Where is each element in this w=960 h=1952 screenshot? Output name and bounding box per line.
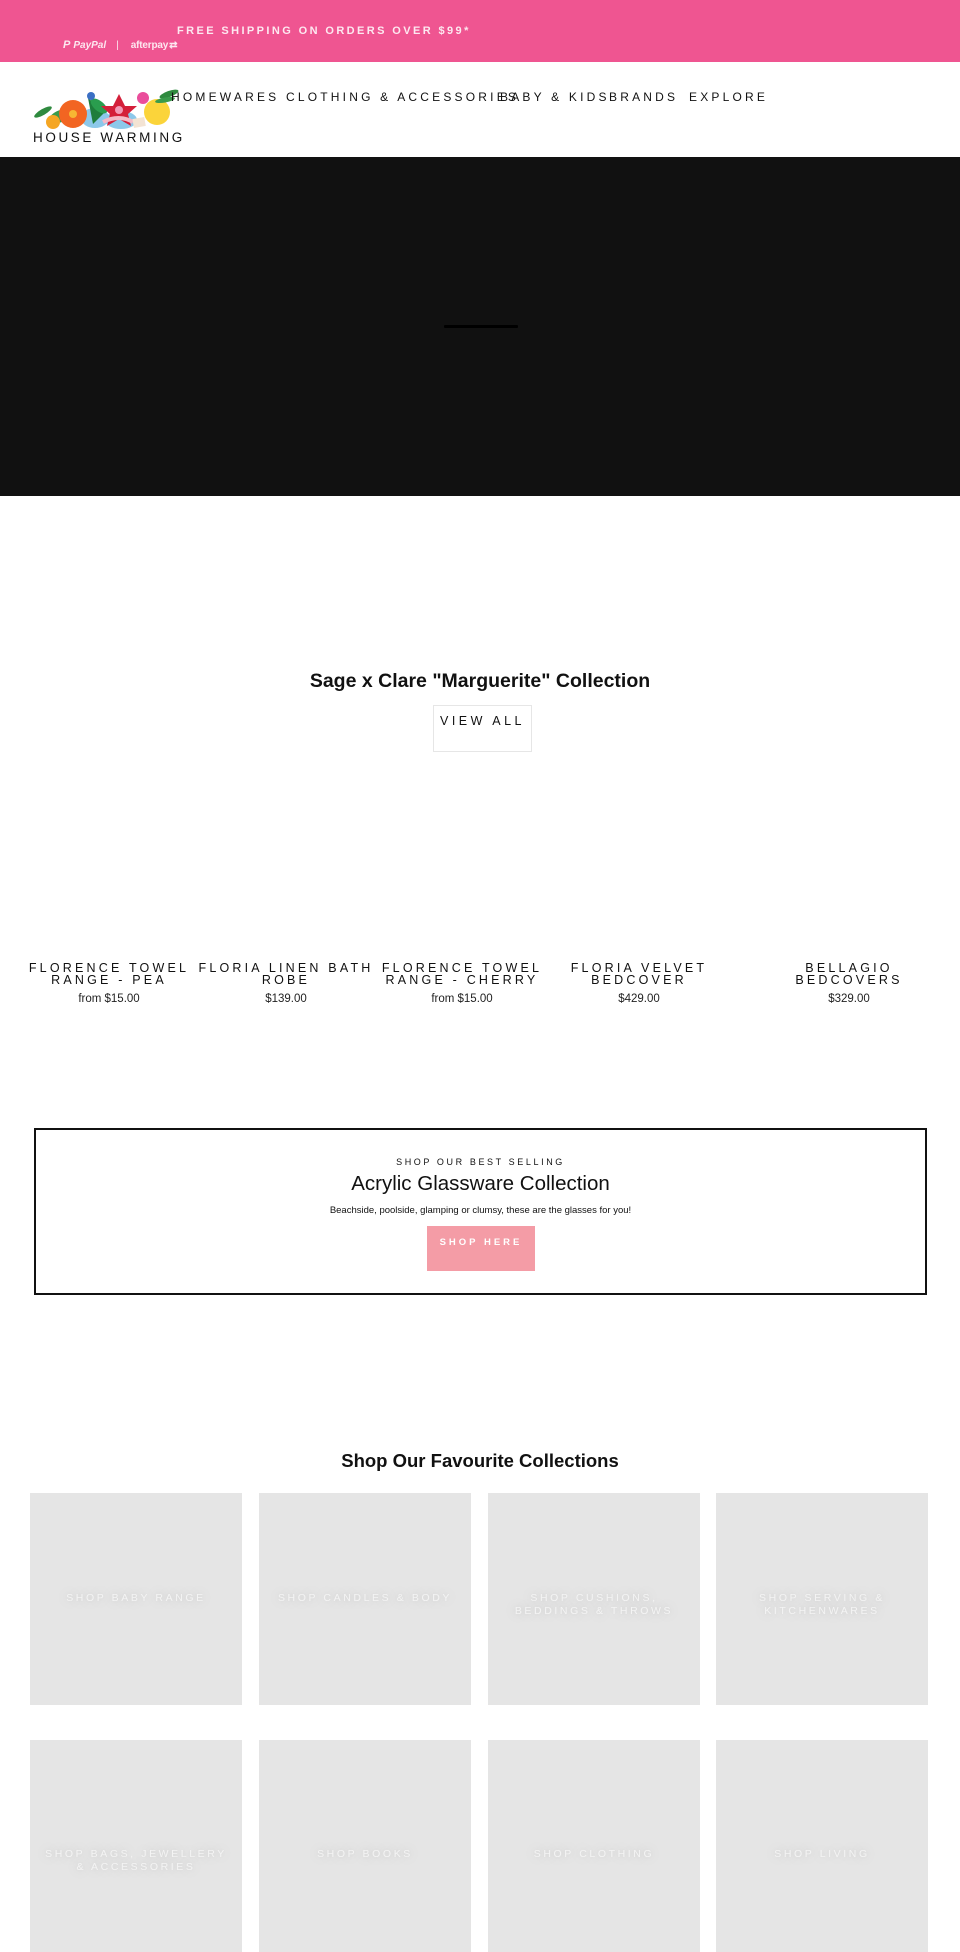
announcement-bar: FREE SHIPPING ON ORDERS OVER $99* P PayP… <box>0 0 960 62</box>
product-price: $139.00 <box>265 993 307 1005</box>
nav-item-clothing-accessories[interactable]: CLOTHING & ACCESSORIES <box>286 90 519 104</box>
hero-slideshow[interactable] <box>0 157 960 496</box>
view-all-button[interactable]: VIEW ALL <box>433 705 532 752</box>
payment-methods: P PayPal | afterpay ⇄ <box>63 39 177 51</box>
collection-label: Shop Bags, Jewellery & Accessories <box>45 1848 227 1873</box>
paypal-icon: P <box>63 39 71 51</box>
product-card[interactable]: Florence Towel Range - Pea from $15.00 <box>19 962 199 1005</box>
product-name: Floria Velvet Bedcover <box>570 961 708 987</box>
product-price: $429.00 <box>618 993 660 1005</box>
paypal-label: PayPal <box>73 39 107 51</box>
afterpay-badge: afterpay ⇄ <box>131 40 178 51</box>
payment-separator: | <box>116 39 119 51</box>
product-name: Florence Towel Range - Pea <box>28 961 190 987</box>
product-price: $329.00 <box>828 993 870 1005</box>
product-name: Bellagio Bedcovers <box>795 961 903 987</box>
floral-logo-icon <box>34 89 179 129</box>
promo-banner: SHOP OUR BEST SELLING Acrylic Glassware … <box>34 1128 927 1295</box>
collections-title: Shop Our Favourite Collections <box>341 1450 619 1471</box>
site-header: HOUSE WARMING HOMEWARES CLOTHING & ACCES… <box>0 62 960 157</box>
nav-item-explore[interactable]: EXPLORE <box>689 90 768 104</box>
collection-tile-candles-body[interactable]: Shop Candles & Body <box>259 1493 471 1705</box>
product-card[interactable]: Floria Velvet Bedcover $429.00 <box>549 962 729 1005</box>
collection-tile-living[interactable]: Shop Living <box>716 1740 928 1952</box>
afterpay-arrows-icon: ⇄ <box>169 39 178 51</box>
featured-collection-title: Sage x Clare "Marguerite" Collection <box>309 670 651 692</box>
shop-here-button[interactable]: SHOP HERE <box>427 1226 535 1271</box>
collection-label: Shop Books <box>317 1848 413 1860</box>
product-card[interactable]: Florence Towel Range - Cherry from $15.0… <box>372 962 552 1005</box>
nav-item-baby-kids[interactable]: BABY & KIDS <box>500 90 610 104</box>
collection-tile-clothing[interactable]: Shop Clothing <box>488 1740 700 1952</box>
collection-label: Shop Baby Range <box>66 1592 206 1604</box>
promo-title: Acrylic Glassware Collection <box>351 1172 610 1195</box>
collection-tile-bags-jewellery[interactable]: Shop Bags, Jewellery & Accessories <box>30 1740 242 1952</box>
nav-item-brands[interactable]: BRANDS <box>609 90 678 104</box>
paypal-badge: P PayPal <box>63 39 106 51</box>
collection-label: Shop Serving & Kitchenwares <box>759 1592 885 1617</box>
promo-description: Beachside, poolside, glamping or clumsy,… <box>329 1205 632 1216</box>
product-grid: Florence Towel Range - Pea from $15.00 F… <box>0 962 960 1012</box>
collection-tile-cushions[interactable]: Shop Cushions, Beddings & Throws <box>488 1493 700 1705</box>
product-price: from $15.00 <box>78 993 140 1005</box>
promo-eyebrow: SHOP OUR BEST SELLING <box>396 1157 565 1167</box>
collection-label: Shop Clothing <box>533 1848 655 1860</box>
logo-wordmark: HOUSE WARMING <box>33 130 185 145</box>
collection-tile-serving-kitchen[interactable]: Shop Serving & Kitchenwares <box>716 1493 928 1705</box>
collection-tile-baby[interactable]: Shop Baby Range <box>30 1493 242 1705</box>
product-name: Florence Towel Range - Cherry <box>381 961 543 987</box>
afterpay-label: afterpay <box>130 39 169 51</box>
site-logo[interactable]: HOUSE WARMING <box>33 84 182 146</box>
collection-tile-books[interactable]: Shop Books <box>259 1740 471 1952</box>
announcement-text: FREE SHIPPING ON ORDERS OVER $99* <box>177 25 471 37</box>
nav-item-homewares[interactable]: HOMEWARES <box>171 90 279 104</box>
product-card[interactable]: Floria Linen Bath Robe $139.00 <box>196 962 376 1005</box>
collection-label: Shop Living <box>774 1848 870 1860</box>
collection-label: Shop Candles & Body <box>277 1592 453 1604</box>
collection-label: Shop Cushions, Beddings & Throws <box>514 1592 674 1617</box>
product-name: Floria Linen Bath Robe <box>198 961 374 987</box>
product-card[interactable]: Bellagio Bedcovers $329.00 <box>759 962 939 1005</box>
hero-loading-bar <box>444 325 518 328</box>
product-price: from $15.00 <box>431 993 493 1005</box>
